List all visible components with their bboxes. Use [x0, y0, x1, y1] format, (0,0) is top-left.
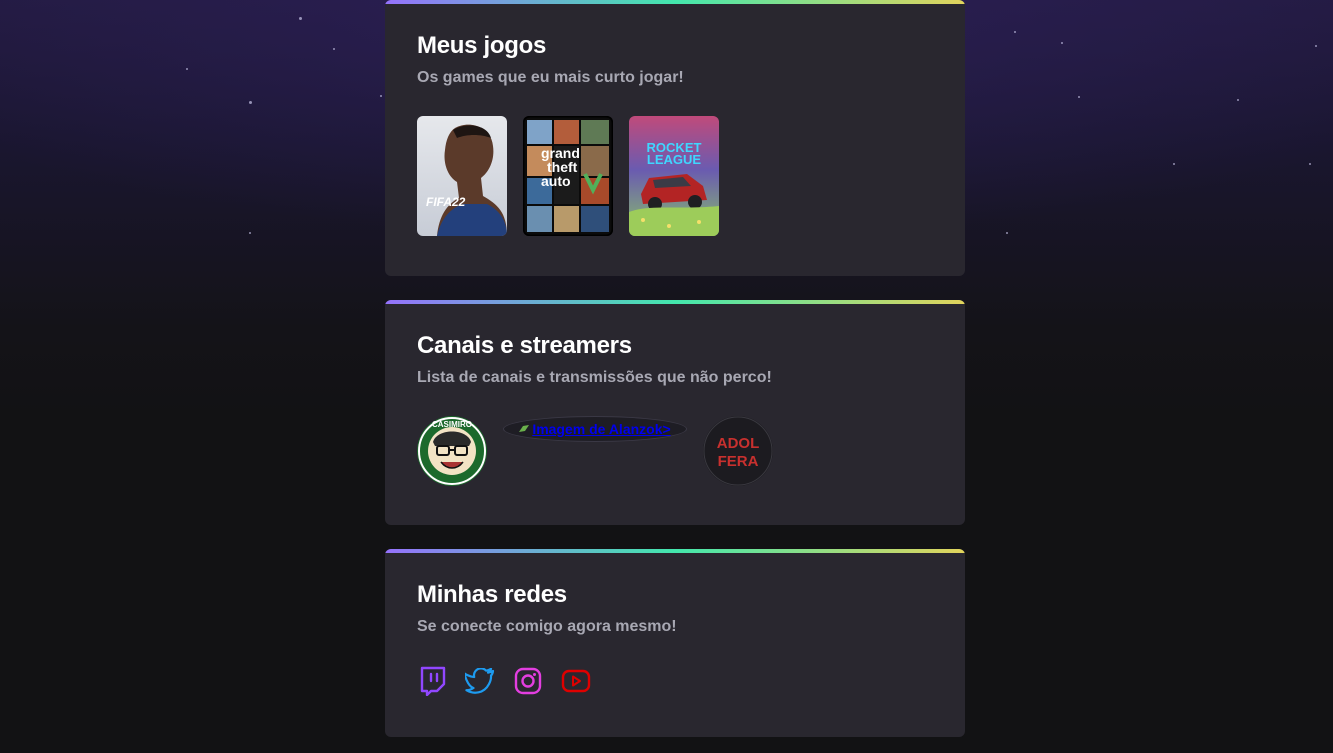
socials-card: Minhas redes Se conecte comigo agora mes… [385, 549, 965, 737]
social-link-instagram[interactable] [513, 666, 543, 696]
instagram-icon [514, 667, 542, 695]
youtube-icon [561, 669, 591, 693]
twitter-icon [465, 668, 495, 694]
streamer-avatar-casimiro[interactable]: CASIMIRO [417, 416, 487, 486]
streamers-title: Canais e streamers [417, 332, 632, 359]
game-cover-gta5[interactable]: grand theft auto [523, 116, 613, 236]
games-subtitle: Os games que eu mais curto jogar! [417, 69, 684, 86]
adolfera-logo-line-1: ADOL [717, 435, 760, 452]
game-cover-fifa22[interactable]: FIFA22 [417, 116, 507, 236]
adolfera-logo-line-2: FERA [718, 453, 759, 470]
social-link-twitter[interactable] [465, 666, 495, 696]
socials-subtitle: Se conecte comigo agora mesmo! [417, 618, 677, 635]
games-card: Meus jogos Os games que eu mais curto jo… [385, 0, 965, 276]
streamers-card: Canais e streamers Lista de canais e tra… [385, 300, 965, 525]
broken-image-icon [519, 425, 530, 432]
streamer-avatar-adolfera[interactable]: ADOL FERA [703, 416, 773, 486]
twitch-icon [420, 666, 446, 696]
casimiro-ring-text: CASIMIRO [432, 420, 472, 429]
social-links [417, 666, 591, 696]
social-link-twitch[interactable] [417, 666, 447, 696]
social-link-youtube[interactable] [561, 666, 591, 696]
socials-title: Minhas redes [417, 581, 567, 608]
streamer-avatar-alanzoka-broken[interactable]: Imagem de Alanzok> [503, 416, 687, 442]
games-title: Meus jogos [417, 32, 547, 59]
gta-logo-line-3: auto [541, 173, 571, 189]
streamers-subtitle: Lista de canais e transmissões que não p… [417, 369, 772, 386]
streamers-list: CASIMIRO Imagem de Alanzok> ADOL FERA [417, 416, 917, 486]
rocket-league-logo-line-2: LEAGUE [647, 152, 702, 167]
game-cover-rocket-league[interactable]: ROCKET LEAGUE [629, 116, 719, 236]
games-list: FIFA22 grand theft auto ROCKET LEAGUE [417, 116, 719, 236]
fifa-logo-text: FIFA22 [426, 195, 466, 209]
alanzoka-alt-text[interactable]: Imagem de Alanzok> [532, 421, 670, 437]
